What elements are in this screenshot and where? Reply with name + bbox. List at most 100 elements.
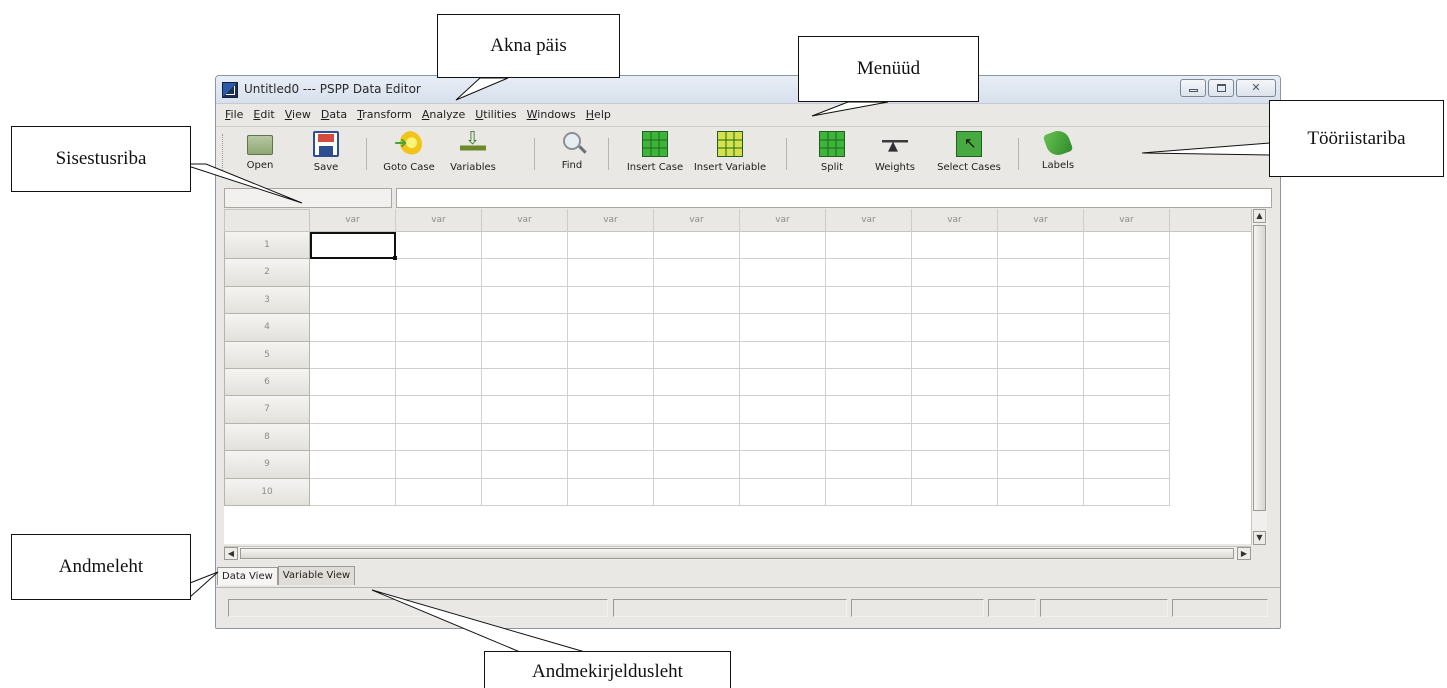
- open-button[interactable]: Open: [240, 131, 280, 181]
- row-header[interactable]: 9: [224, 451, 310, 479]
- data-cell[interactable]: [568, 423, 654, 452]
- data-cell[interactable]: [654, 259, 740, 287]
- data-cell[interactable]: [740, 314, 826, 342]
- column-header[interactable]: var: [396, 209, 482, 232]
- data-cell[interactable]: [482, 423, 568, 452]
- data-cell[interactable]: [1084, 396, 1170, 424]
- data-cell[interactable]: [998, 314, 1084, 342]
- data-cell[interactable]: [912, 341, 998, 369]
- data-cell[interactable]: [998, 451, 1084, 479]
- goto-case-button[interactable]: Goto Case: [380, 131, 438, 181]
- row-header[interactable]: 2: [224, 259, 310, 287]
- data-cell[interactable]: [998, 341, 1084, 369]
- labels-button[interactable]: Labels: [1036, 127, 1080, 181]
- data-cell[interactable]: [740, 368, 826, 397]
- data-cell[interactable]: [310, 314, 396, 342]
- data-cell[interactable]: [310, 259, 396, 287]
- data-cell[interactable]: [654, 314, 740, 342]
- data-cell[interactable]: [1084, 423, 1170, 452]
- column-header[interactable]: var: [1084, 209, 1170, 232]
- data-cell[interactable]: [482, 396, 568, 424]
- data-cell[interactable]: [396, 451, 482, 479]
- tab-data-view[interactable]: Data View: [217, 567, 278, 585]
- data-cell[interactable]: [826, 259, 912, 287]
- data-cell[interactable]: [482, 314, 568, 342]
- toolbar-grip[interactable]: [222, 134, 225, 178]
- data-cell[interactable]: [998, 368, 1084, 397]
- data-cell[interactable]: [482, 341, 568, 369]
- data-cell[interactable]: [1084, 341, 1170, 369]
- data-cell[interactable]: [998, 232, 1084, 260]
- data-cell[interactable]: [396, 423, 482, 452]
- data-cell[interactable]: [998, 478, 1084, 506]
- data-cell[interactable]: [310, 341, 396, 369]
- column-header[interactable]: var: [912, 209, 998, 232]
- column-header[interactable]: var: [482, 209, 568, 232]
- horizontal-scrollbar[interactable]: ◀ ▶: [224, 546, 1251, 560]
- find-button[interactable]: Find: [552, 131, 592, 181]
- data-cell[interactable]: [912, 478, 998, 506]
- data-cell[interactable]: [826, 232, 912, 260]
- menu-help[interactable]: Help: [581, 108, 616, 121]
- data-cell[interactable]: [1084, 451, 1170, 479]
- row-header[interactable]: 1: [224, 232, 310, 260]
- data-cell[interactable]: [310, 396, 396, 424]
- row-header[interactable]: 8: [224, 423, 310, 452]
- data-cell[interactable]: [912, 232, 998, 260]
- data-cell[interactable]: [1084, 314, 1170, 342]
- data-cell[interactable]: [482, 368, 568, 397]
- data-cell[interactable]: [310, 368, 396, 397]
- data-cell[interactable]: [654, 478, 740, 506]
- data-cell[interactable]: [912, 368, 998, 397]
- data-cell[interactable]: [482, 451, 568, 479]
- row-header[interactable]: 5: [224, 341, 310, 369]
- column-header[interactable]: var: [568, 209, 654, 232]
- data-cell[interactable]: [998, 423, 1084, 452]
- minimize-button[interactable]: [1180, 79, 1206, 97]
- save-button[interactable]: Save: [306, 131, 346, 181]
- row-header[interactable]: 3: [224, 286, 310, 315]
- data-cell[interactable]: [310, 451, 396, 479]
- insert-variable-button[interactable]: Insert Variable: [690, 131, 770, 181]
- menu-utilities[interactable]: Utilities: [470, 108, 521, 121]
- data-cell[interactable]: [396, 368, 482, 397]
- data-cell[interactable]: [998, 396, 1084, 424]
- data-cell[interactable]: [1084, 368, 1170, 397]
- column-header[interactable]: var: [740, 209, 826, 232]
- data-cell[interactable]: [310, 286, 396, 315]
- menu-edit[interactable]: Edit: [248, 108, 279, 121]
- data-cell[interactable]: [998, 286, 1084, 315]
- data-cell[interactable]: [568, 451, 654, 479]
- data-cell[interactable]: [998, 259, 1084, 287]
- data-cell[interactable]: [654, 451, 740, 479]
- select-cases-button[interactable]: Select Cases: [936, 131, 1002, 181]
- data-cell[interactable]: [310, 423, 396, 452]
- menu-analyze[interactable]: Analyze: [417, 108, 470, 121]
- row-header[interactable]: 4: [224, 314, 310, 342]
- scroll-right-icon[interactable]: ▶: [1237, 547, 1251, 560]
- data-cell[interactable]: [568, 314, 654, 342]
- data-cell[interactable]: [826, 478, 912, 506]
- data-cell[interactable]: [482, 286, 568, 315]
- data-cell[interactable]: [912, 451, 998, 479]
- weights-button[interactable]: Weights: [870, 131, 920, 181]
- data-cell[interactable]: [1084, 286, 1170, 315]
- data-cell[interactable]: [654, 232, 740, 260]
- grid-corner[interactable]: [224, 209, 310, 232]
- data-cell[interactable]: [396, 314, 482, 342]
- data-cell[interactable]: [568, 259, 654, 287]
- data-cell[interactable]: [826, 368, 912, 397]
- data-cell[interactable]: [568, 341, 654, 369]
- data-cell[interactable]: [654, 423, 740, 452]
- scroll-left-icon[interactable]: ◀: [224, 547, 238, 560]
- data-cell[interactable]: [826, 314, 912, 342]
- data-cell[interactable]: [482, 478, 568, 506]
- data-cell[interactable]: [654, 286, 740, 315]
- insert-case-button[interactable]: Insert Case: [624, 131, 686, 181]
- split-button[interactable]: Split: [812, 131, 852, 181]
- row-header[interactable]: 10: [224, 478, 310, 506]
- menu-windows[interactable]: Windows: [522, 108, 581, 121]
- column-header[interactable]: var: [654, 209, 740, 232]
- data-cell[interactable]: [1084, 478, 1170, 506]
- data-cell[interactable]: [396, 232, 482, 260]
